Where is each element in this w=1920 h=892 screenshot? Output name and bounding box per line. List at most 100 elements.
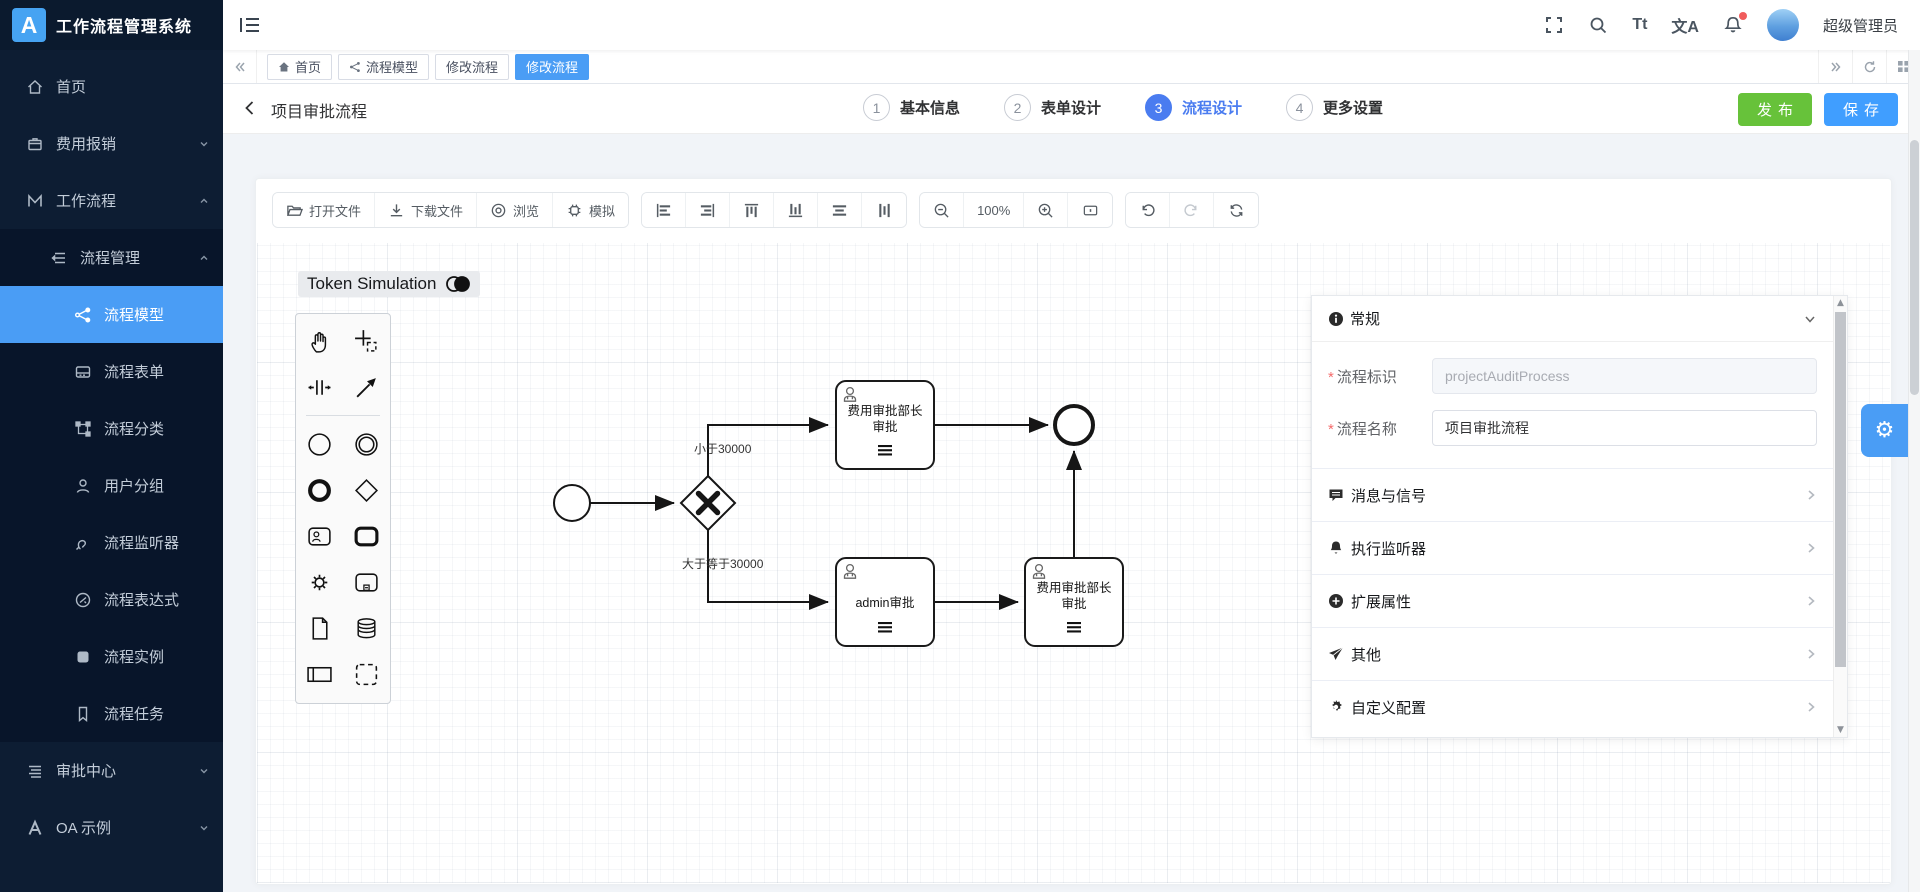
reset-button[interactable] xyxy=(1214,193,1259,227)
tabs-scroll-left-icon[interactable] xyxy=(223,50,257,83)
process-key-input[interactable] xyxy=(1432,358,1817,394)
process-name-input[interactable] xyxy=(1432,410,1817,446)
panel-settings-toggle[interactable]: ⚙ xyxy=(1861,404,1908,457)
sidebar: A 工作流程管理系统 首页 费用报销 工作流程 流程管理 流程模型 流程表单 流… xyxy=(0,0,223,892)
user-task-dept-leader-approve[interactable]: 费用审批部长 审批 xyxy=(835,380,935,470)
step-basic-info[interactable]: 1 基本信息 xyxy=(863,94,960,121)
tab-edit-process[interactable]: 修改流程 xyxy=(435,53,510,80)
user-avatar[interactable] xyxy=(1766,9,1799,41)
simulate-label: 模拟 xyxy=(589,203,616,219)
refresh-icon xyxy=(1228,202,1245,219)
download-file-button[interactable]: 下载文件 xyxy=(375,193,478,227)
fullscreen-icon[interactable] xyxy=(1544,15,1564,35)
zoom-fit-button[interactable] xyxy=(1068,193,1113,227)
sidebar-item-process-form[interactable]: 流程表单 xyxy=(0,343,223,400)
sidebar-item-label: 流程表达式 xyxy=(104,592,180,609)
edge-label-less-than[interactable]: 小于30000 xyxy=(694,442,752,456)
align-center-button[interactable] xyxy=(818,193,863,227)
scroll-up-icon[interactable]: ▲ xyxy=(1834,298,1847,308)
download-icon xyxy=(388,202,405,219)
top-navbar: Tt 文A 超级管理员 xyxy=(223,0,1920,50)
save-button[interactable]: 保存 xyxy=(1823,93,1898,126)
tab-process-model[interactable]: 流程模型 xyxy=(338,53,430,80)
section-extended-attributes[interactable]: 扩展属性 xyxy=(1312,574,1833,627)
task-menu-icon xyxy=(878,445,892,456)
align-top-button[interactable] xyxy=(730,193,775,227)
step-more-settings[interactable]: 4 更多设置 xyxy=(1286,94,1383,121)
designer-toolbar: 打开文件 下载文件 浏览 模拟 100% xyxy=(272,192,1260,228)
tab-home[interactable]: 首页 xyxy=(267,53,333,80)
back-icon[interactable] xyxy=(241,99,259,117)
zoom-level[interactable]: 100% xyxy=(964,193,1025,227)
panel-scrollbar[interactable]: ▲ ▼ xyxy=(1833,296,1847,737)
process-form-icon xyxy=(74,363,92,381)
open-file-button[interactable]: 打开文件 xyxy=(273,193,376,227)
align-right-button[interactable] xyxy=(686,193,731,227)
section-label: 自定义配置 xyxy=(1351,699,1427,717)
notification-bell-icon[interactable] xyxy=(1723,12,1747,35)
sidebar-item-user-group[interactable]: 用户分组 xyxy=(0,457,223,514)
user-task-dept-leader-approve-2[interactable]: 费用审批部长 审批 xyxy=(1024,557,1124,647)
properties-panel: 常规 *流程标识 *流程名称 xyxy=(1311,295,1848,738)
sidebar-item-process-category[interactable]: 流程分类 xyxy=(0,400,223,457)
oa-demo-icon xyxy=(26,819,44,837)
edge-label-greater-equal[interactable]: 大于等于30000 xyxy=(682,557,764,571)
task-label: 费用审批部长 xyxy=(847,403,923,418)
exclusive-gateway[interactable] xyxy=(679,474,737,532)
sidebar-item-workflow[interactable]: 工作流程 xyxy=(0,172,223,229)
tabs-scroll-right-icon[interactable] xyxy=(1818,50,1852,83)
redo-button[interactable] xyxy=(1170,193,1215,227)
font-size-icon[interactable]: Tt xyxy=(1632,15,1647,35)
sidebar-item-label: 流程模型 xyxy=(104,307,165,324)
publish-button[interactable]: 发布 xyxy=(1737,93,1812,126)
align-left-button[interactable] xyxy=(642,193,687,227)
properties-panel-body: 常规 *流程标识 *流程名称 xyxy=(1312,296,1833,737)
section-message-signal[interactable]: 消息与信号 xyxy=(1312,468,1833,521)
sidebar-item-home[interactable]: 首页 xyxy=(0,58,223,115)
sidebar-item-process-model[interactable]: 流程模型 xyxy=(0,286,223,343)
end-event[interactable] xyxy=(1053,404,1095,446)
panel-scrollbar-thumb[interactable] xyxy=(1835,312,1846,667)
preview-button[interactable]: 浏览 xyxy=(477,193,554,227)
step-form-design[interactable]: 2 表单设计 xyxy=(1004,94,1101,121)
align-bottom-button[interactable] xyxy=(774,193,819,227)
section-custom-config[interactable]: 自定义配置 xyxy=(1312,680,1833,733)
tabs-refresh-icon[interactable] xyxy=(1852,50,1886,83)
section-label: 执行监听器 xyxy=(1351,540,1427,558)
username[interactable]: 超级管理员 xyxy=(1823,15,1898,36)
sidebar-item-expense[interactable]: 费用报销 xyxy=(0,115,223,172)
tab-edit-process-active[interactable]: 修改流程 xyxy=(515,53,590,80)
window-scrollbar[interactable] xyxy=(1908,50,1920,892)
process-listener-icon xyxy=(74,534,92,552)
sidebar-item-process-task[interactable]: 流程任务 xyxy=(0,685,223,742)
section-other[interactable]: 其他 xyxy=(1312,627,1833,680)
sidebar-item-process-listener[interactable]: 流程监听器 xyxy=(0,514,223,571)
sidebar-item-approval-center[interactable]: 审批中心 xyxy=(0,742,223,799)
align-middle-button[interactable] xyxy=(862,193,907,227)
zoom-in-button[interactable] xyxy=(1024,193,1069,227)
sidebar-item-process-instance[interactable]: 流程实例 xyxy=(0,628,223,685)
section-general[interactable]: 常规 xyxy=(1312,296,1833,342)
undo-button[interactable] xyxy=(1126,193,1171,227)
bell-icon xyxy=(1328,540,1344,556)
sidebar-item-process-expression[interactable]: 流程表达式 xyxy=(0,571,223,628)
zoom-in-icon xyxy=(1037,202,1054,219)
simulate-button[interactable]: 模拟 xyxy=(553,193,629,227)
window-scrollbar-thumb[interactable] xyxy=(1910,140,1919,395)
sidebar-item-process-manage[interactable]: 流程管理 xyxy=(0,229,223,286)
expense-icon xyxy=(26,135,44,153)
scroll-down-icon[interactable]: ▼ xyxy=(1834,725,1847,735)
sidebar-collapse-icon[interactable] xyxy=(239,16,261,34)
stepper: 1 基本信息 2 表单设计 3 流程设计 4 更多设置 xyxy=(863,94,1383,121)
language-icon[interactable]: 文A xyxy=(1671,15,1699,36)
start-event[interactable] xyxy=(553,484,591,522)
process-manage-icon xyxy=(50,249,68,267)
bpmn-canvas[interactable]: Token Simulation 小于30000 大于等于30000 费用审批部… xyxy=(257,243,1890,883)
search-icon[interactable] xyxy=(1588,15,1608,35)
zoom-out-button[interactable] xyxy=(920,193,965,227)
sidebar-item-oa-demo[interactable]: OA 示例 xyxy=(0,799,223,856)
step-process-design[interactable]: 3 流程设计 xyxy=(1145,94,1242,121)
chevron-up-icon xyxy=(200,198,208,203)
user-task-admin-approve[interactable]: admin审批 xyxy=(835,557,935,647)
section-execution-listener[interactable]: 执行监听器 xyxy=(1312,521,1833,574)
